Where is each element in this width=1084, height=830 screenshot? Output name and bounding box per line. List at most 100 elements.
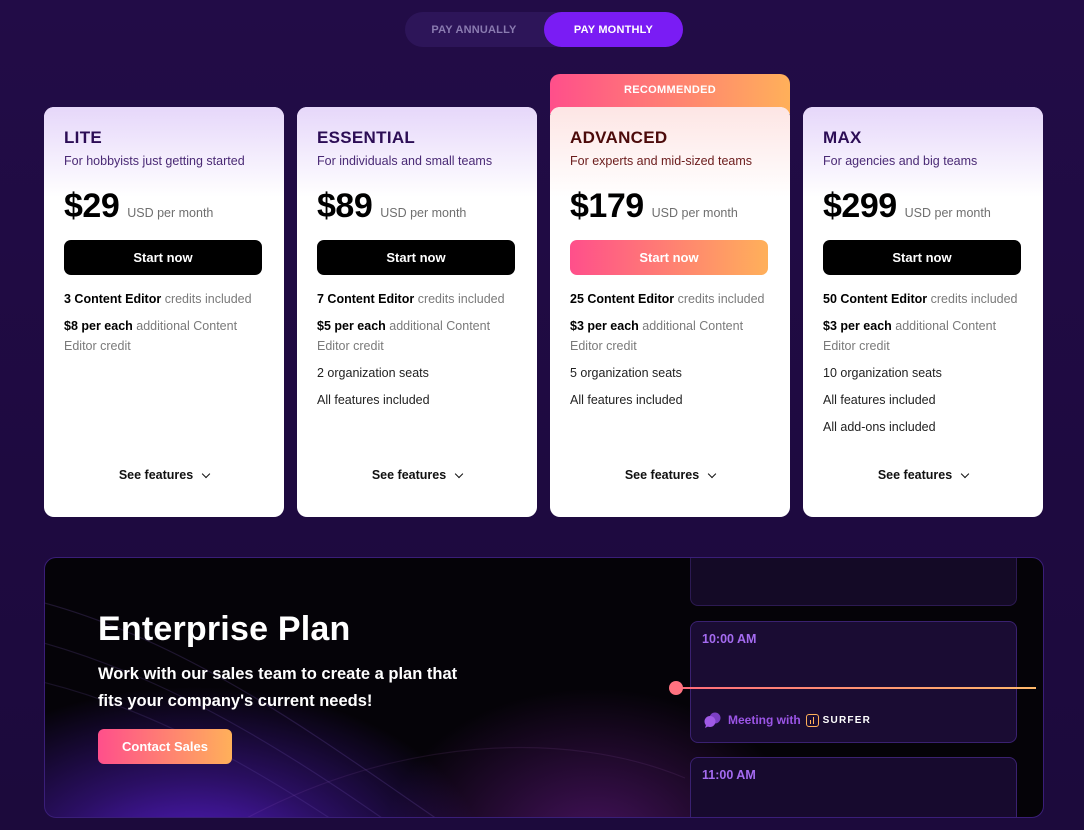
current-time-line xyxy=(676,687,1036,689)
plan-price: $89 xyxy=(317,187,373,225)
feature-highlight: 7 Content Editor xyxy=(317,292,415,306)
surfer-brand-text: SURFER xyxy=(822,714,871,726)
chevron-down-icon xyxy=(454,469,464,478)
contact-sales-button[interactable]: Contact Sales xyxy=(98,729,232,764)
slot-time-label: 11:00 AM xyxy=(702,768,756,782)
feature-item: 5 organization seats xyxy=(570,363,770,383)
feature-item: $8 per each additional Content Editor cr… xyxy=(64,316,264,356)
meeting-label: Meeting with xyxy=(728,713,801,727)
see-features-toggle[interactable]: See features xyxy=(317,468,517,482)
feature-item: 50 Content Editor credits included xyxy=(823,289,1023,309)
feature-text: 2 organization seats xyxy=(317,366,429,380)
price-unit: USD per month xyxy=(651,206,738,220)
feature-item: $3 per each additional Content Editor cr… xyxy=(823,316,1023,356)
chevron-down-icon xyxy=(707,469,717,478)
feature-text: All features included xyxy=(570,393,683,407)
calendar-slot-11am: 11:00 AM xyxy=(690,757,1017,817)
feature-highlight: 3 Content Editor xyxy=(64,292,162,306)
enterprise-description: Work with our sales team to create a pla… xyxy=(98,665,458,710)
feature-item: 3 Content Editor credits included xyxy=(64,289,264,309)
see-features-label: See features xyxy=(877,468,953,482)
feature-highlight: $3 per each xyxy=(570,319,639,333)
feature-item: All features included xyxy=(823,390,1023,410)
feature-item: $5 per each additional Content Editor cr… xyxy=(317,316,517,356)
pay-annually-option[interactable]: PAY ANNUALLY xyxy=(405,12,543,47)
plan-price: $29 xyxy=(64,187,120,225)
feature-text: All add-ons included xyxy=(823,420,936,434)
plan-description: For experts and mid-sized teams xyxy=(570,154,753,168)
start-now-button[interactable]: Start now xyxy=(823,240,1021,275)
plan-name: LITE xyxy=(64,128,103,147)
enterprise-title: Enterprise Plan xyxy=(98,610,351,648)
enterprise-plan-panel: Enterprise Plan Work with our sales team… xyxy=(44,557,1044,818)
card-header-background xyxy=(44,107,284,197)
feature-text: All features included xyxy=(823,393,936,407)
card-header-background xyxy=(297,107,537,197)
see-features-label: See features xyxy=(371,468,447,482)
billing-toggle: PAY ANNUALLY PAY MONTHLY xyxy=(405,12,683,47)
plan-card-max: MAX For agencies and big teams $299 USD per… xyxy=(803,107,1043,517)
feature-item: 2 organization seats xyxy=(317,363,517,383)
feature-highlight: 50 Content Editor xyxy=(823,292,928,306)
feature-list: 3 Content Editor credits included $8 per … xyxy=(64,289,264,363)
price-unit: USD per month xyxy=(127,206,214,220)
feature-item: All features included xyxy=(570,390,770,410)
plan-name: ADVANCED xyxy=(570,128,668,147)
card-header-background xyxy=(550,107,790,197)
plan-description: For agencies and big teams xyxy=(823,154,978,168)
price-row: $29 USD per month xyxy=(64,187,213,226)
pay-monthly-option[interactable]: PAY MONTHLY xyxy=(544,12,683,47)
feature-item: $3 per each additional Content Editor cr… xyxy=(570,316,770,356)
start-now-button[interactable]: Start now xyxy=(570,240,768,275)
chevron-down-icon xyxy=(960,469,970,478)
feature-item: 10 organization seats xyxy=(823,363,1023,383)
feature-text: All features included xyxy=(317,393,430,407)
plan-name: MAX xyxy=(823,128,862,147)
plan-card-advanced: ADVANCED For experts and mid-sized teams $… xyxy=(550,107,790,517)
price-row: $299 USD per month xyxy=(823,187,991,226)
surfer-logo-icon xyxy=(805,713,819,727)
chevron-down-icon xyxy=(201,469,211,478)
chat-bubble-icon xyxy=(704,712,721,728)
feature-highlight: $3 per each xyxy=(823,319,892,333)
plan-card-essential: ESSENTIAL For individuals and small teams… xyxy=(297,107,537,517)
card-header-background xyxy=(803,107,1043,197)
feature-highlight: $5 per each xyxy=(317,319,386,333)
price-row: $179 USD per month xyxy=(570,187,738,226)
start-now-button[interactable]: Start now xyxy=(317,240,515,275)
price-unit: USD per month xyxy=(904,206,991,220)
plan-description: For hobbyists just getting started xyxy=(64,154,245,168)
see-features-toggle[interactable]: See features xyxy=(823,468,1023,482)
see-features-toggle[interactable]: See features xyxy=(570,468,770,482)
start-now-button[interactable]: Start now xyxy=(64,240,262,275)
plan-card-lite: LITE For hobbyists just getting started $2… xyxy=(44,107,284,517)
feature-text: credits included xyxy=(161,292,252,306)
current-time-dot xyxy=(669,681,683,695)
feature-text: 5 organization seats xyxy=(570,366,682,380)
see-features-toggle[interactable]: See features xyxy=(64,468,264,482)
price-unit: USD per month xyxy=(380,206,467,220)
plan-description: For individuals and small teams xyxy=(317,154,493,168)
price-row: $89 USD per month xyxy=(317,187,466,226)
plan-name: ESSENTIAL xyxy=(317,128,416,147)
calendar-slot-previous xyxy=(690,558,1017,606)
feature-item: All features included xyxy=(317,390,517,410)
slot-time-label: 10:00 AM xyxy=(702,632,757,646)
calendar-slot-10am: 10:00 AM Meeting with SURFER xyxy=(690,621,1017,743)
feature-text: credits included xyxy=(414,292,505,306)
feature-list: 50 Content Editor credits included $3 per… xyxy=(823,289,1023,444)
plan-price: $299 xyxy=(823,187,897,225)
feature-highlight: $8 per each xyxy=(64,319,133,333)
feature-text: credits included xyxy=(927,292,1018,306)
meeting-entry: Meeting with SURFER xyxy=(704,712,871,728)
plan-price: $179 xyxy=(570,187,644,225)
feature-text: credits included xyxy=(674,292,765,306)
feature-item: 25 Content Editor credits included xyxy=(570,289,770,309)
feature-text: 10 organization seats xyxy=(823,366,942,380)
feature-highlight: 25 Content Editor xyxy=(570,292,675,306)
see-features-label: See features xyxy=(118,468,194,482)
feature-item: All add-ons included xyxy=(823,417,1023,437)
feature-list: 7 Content Editor credits included $5 per … xyxy=(317,289,517,417)
see-features-label: See features xyxy=(624,468,700,482)
feature-list: 25 Content Editor credits included $3 per… xyxy=(570,289,770,417)
